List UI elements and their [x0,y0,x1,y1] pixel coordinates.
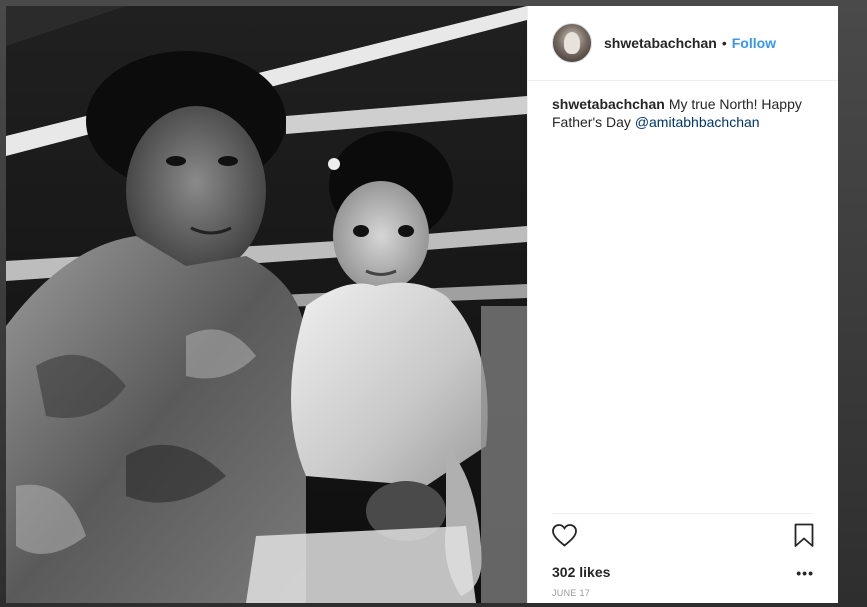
heart-outline-icon[interactable] [552,524,577,552]
post-photo-image [6,6,527,603]
likes-count[interactable]: 302 likes [552,564,814,580]
action-bar [552,523,814,553]
post-header: shwetabachchan • Follow [528,6,838,81]
instagram-post-modal: shwetabachchan • Follow shwetabachchan My… [6,6,838,603]
post-caption: shwetabachchan My true North! Happy Fathe… [528,81,838,513]
username-link[interactable]: shwetabachchan [604,35,717,51]
post-date: JUNE 17 [552,588,591,598]
post-photo[interactable] [6,6,527,603]
bookmark-outline-icon[interactable] [794,523,814,553]
post-actions-area: 302 likes JUNE 17 ••• [552,513,814,603]
caption-mention-link[interactable]: @amitabhbachchan [635,114,760,130]
caption-username-link[interactable]: shwetabachchan [552,96,665,112]
separator-dot: • [721,35,727,51]
follow-button[interactable]: Follow [732,35,776,51]
avatar[interactable] [552,23,592,63]
post-sidebar: shwetabachchan • Follow shwetabachchan My… [527,6,838,603]
more-options-icon[interactable]: ••• [796,565,814,581]
